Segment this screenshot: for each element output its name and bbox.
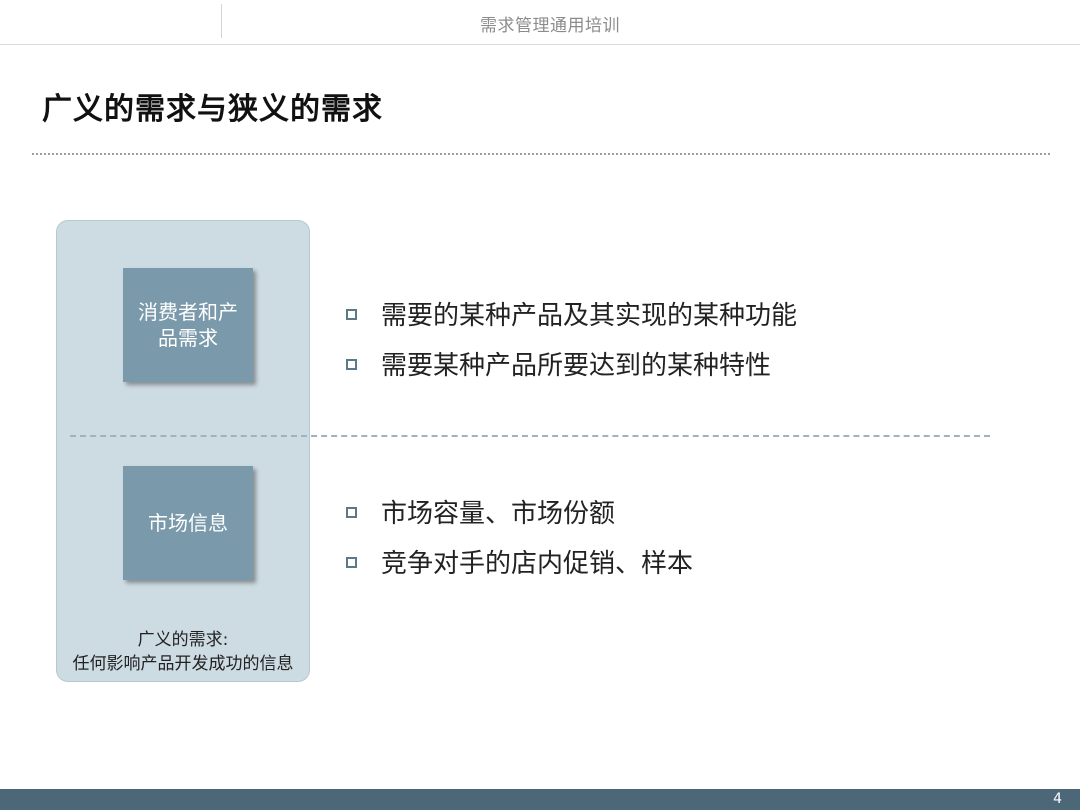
category-label: 消费者和产品需求 (138, 300, 238, 350)
bullet-item: 需要的某种产品及其实现的某种功能 (346, 288, 797, 338)
header-divider (221, 4, 222, 38)
square-bullet-icon (346, 556, 357, 568)
category-box-market-info: 市场信息 (123, 466, 253, 580)
page-number: 4 (1053, 791, 1062, 807)
footer-bar: 4 (0, 789, 1080, 810)
title-divider (32, 153, 1050, 155)
bullet-list-market-info: 市场容量、市场份额 竞争对手的店内促销、样本 (346, 486, 693, 586)
slide-title: 广义的需求与狭义的需求 (42, 92, 383, 127)
square-bullet-icon (346, 358, 357, 370)
bullet-item: 市场容量、市场份额 (346, 486, 693, 536)
bullet-item: 竞争对手的店内促销、样本 (346, 536, 693, 586)
bullet-text: 竞争对手的店内促销、样本 (381, 548, 694, 579)
bullet-text: 市场容量、市场份额 (381, 498, 616, 529)
square-bullet-icon (346, 506, 357, 518)
header-bar: 需求管理通用培训 (0, 0, 1080, 45)
bullet-text: 需要某种产品所要达到的某种特性 (381, 350, 772, 381)
bullet-text: 需要的某种产品及其实现的某种功能 (381, 300, 798, 331)
category-label: 市场信息 (148, 511, 228, 535)
square-bullet-icon (346, 308, 357, 320)
bullet-item: 需要某种产品所要达到的某种特性 (346, 338, 797, 388)
section-divider (70, 435, 990, 437)
category-box-consumer-product: 消费者和产品需求 (123, 268, 253, 382)
panel-caption: 广义的需求: 任何影响产品开发成功的信息 (56, 628, 310, 676)
bullet-list-consumer-product: 需要的某种产品及其实现的某种功能 需要某种产品所要达到的某种特性 (346, 288, 797, 388)
header-title: 需求管理通用培训 (480, 16, 620, 36)
panel-caption-line2: 任何影响产品开发成功的信息 (72, 654, 294, 674)
panel-caption-line1: 广义的需求: (137, 630, 229, 650)
